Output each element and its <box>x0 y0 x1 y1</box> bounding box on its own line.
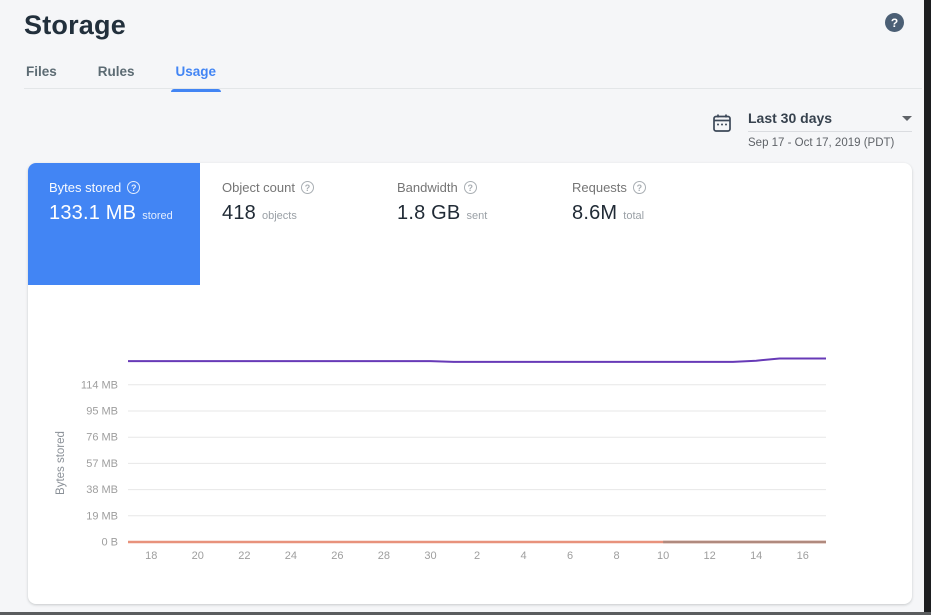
y-tick-label: 114 MB <box>81 379 118 391</box>
calendar-icon <box>712 113 732 138</box>
x-tick-label: 20 <box>192 550 204 562</box>
metric-label: Bandwidth <box>397 180 458 195</box>
chart-svg: 0 B 19 MB 38 MB 57 MB 76 MB 95 MB 114 MB Bytes … <box>28 341 912 591</box>
metric-value: 418 <box>222 202 256 225</box>
x-tick-label: 12 <box>704 550 716 562</box>
usage-card: Bytes stored ? 133.1 MB stored Object co… <box>28 163 912 604</box>
help-icon[interactable]: ? <box>127 181 140 194</box>
y-tick-label: 19 MB <box>86 510 118 522</box>
y-tick-label: 76 MB <box>86 432 118 444</box>
help-icon[interactable]: ? <box>301 181 314 194</box>
window-edge-right <box>924 0 931 615</box>
x-tick-label: 2 <box>474 550 480 562</box>
x-tick-label: 14 <box>750 550 762 562</box>
metric-requests[interactable]: Requests ? 8.6M total <box>572 180 646 225</box>
date-range-label: Last 30 days <box>748 110 832 126</box>
x-tick-label: 28 <box>378 550 390 562</box>
storage-usage-page: { "page": { "title": "Storage" }, "heade… <box>0 0 931 615</box>
page-title: Storage <box>24 10 126 41</box>
help-icon[interactable]: ? <box>633 181 646 194</box>
metric-unit: sent <box>466 210 487 222</box>
bytes-stored-chart: 0 B 19 MB 38 MB 57 MB 76 MB 95 MB 114 MB Bytes … <box>28 341 912 591</box>
x-tick-label: 8 <box>614 550 620 562</box>
metric-object-count[interactable]: Object count ? 418 objects <box>222 180 314 225</box>
metric-value: 133.1 MB <box>49 202 136 225</box>
dropdown-caret-icon <box>902 116 912 121</box>
x-tick-label: 30 <box>424 550 436 562</box>
x-tick-label: 22 <box>238 550 250 562</box>
help-icon[interactable]: ? <box>885 13 904 32</box>
metric-value: 8.6M <box>572 202 617 225</box>
x-tick-label: 4 <box>520 550 526 562</box>
metric-bytes-stored[interactable]: Bytes stored ? 133.1 MB stored <box>28 163 200 285</box>
x-tick-label: 6 <box>567 550 573 562</box>
metric-bandwidth[interactable]: Bandwidth ? 1.8 GB sent <box>397 180 487 225</box>
x-tick-label: 10 <box>657 550 669 562</box>
metric-label: Bytes stored <box>49 180 121 195</box>
x-tick-label: 24 <box>285 550 297 562</box>
metric-value: 1.8 GB <box>397 202 460 225</box>
x-tick-label: 16 <box>797 550 809 562</box>
metric-label: Object count <box>222 180 295 195</box>
help-icon[interactable]: ? <box>464 181 477 194</box>
metric-unit: objects <box>262 210 297 222</box>
metric-unit: stored <box>142 210 173 222</box>
metric-label: Requests <box>572 180 627 195</box>
y-axis-title: Bytes stored <box>55 431 67 495</box>
y-tick-label: 0 B <box>101 537 118 549</box>
date-range-dropdown[interactable]: Last 30 days <box>748 110 912 132</box>
y-tick-label: 38 MB <box>86 484 118 496</box>
date-range-selector: Last 30 days Sep 17 - Oct 17, 2019 (PDT) <box>712 110 912 149</box>
x-tick-label: 26 <box>331 550 343 562</box>
date-range-detail: Sep 17 - Oct 17, 2019 (PDT) <box>748 132 912 149</box>
metric-unit: total <box>623 210 644 222</box>
x-tick-label: 18 <box>145 550 157 562</box>
tab-divider <box>24 88 922 89</box>
series-line-bytes-stored <box>128 359 826 362</box>
y-tick-label: 95 MB <box>86 406 118 418</box>
y-tick-label: 57 MB <box>86 458 118 470</box>
